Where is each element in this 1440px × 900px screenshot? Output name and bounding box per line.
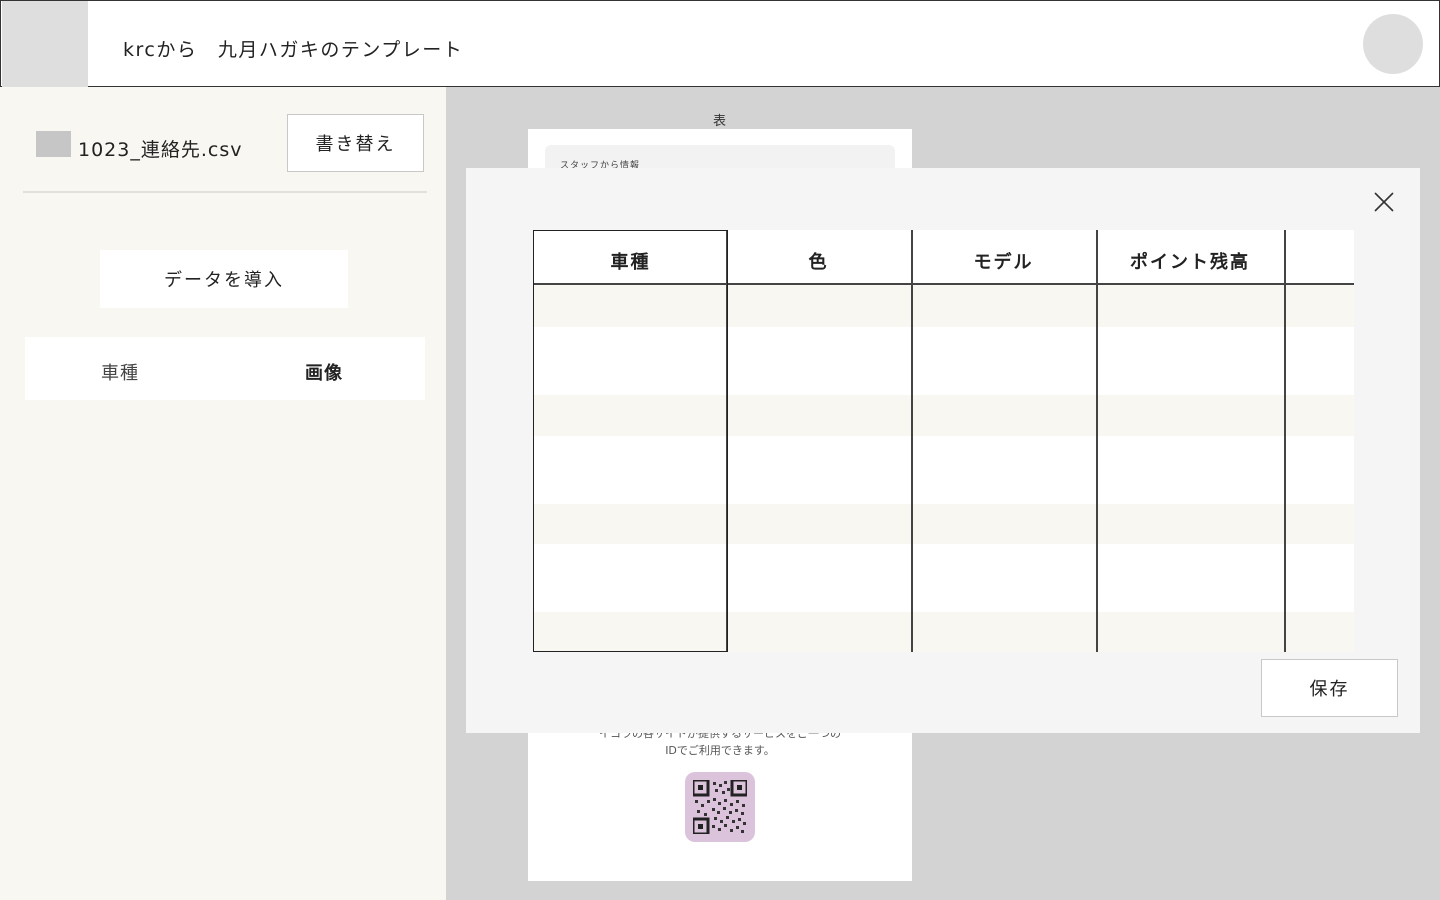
preview-label: 表 bbox=[713, 114, 727, 129]
column-header-color[interactable]: 色 bbox=[726, 248, 911, 274]
close-icon bbox=[1374, 192, 1394, 212]
column-header-points[interactable]: ポイント残高 bbox=[1096, 248, 1284, 274]
page-title: krcから 九月ハガキのテンプレート bbox=[123, 39, 464, 61]
column-divider bbox=[1096, 230, 1098, 652]
replace-button[interactable]: 書き替え bbox=[287, 114, 424, 172]
tab-image[interactable]: 画像 bbox=[305, 359, 343, 385]
logo-placeholder[interactable] bbox=[2, 1, 88, 87]
avatar[interactable] bbox=[1363, 14, 1423, 74]
close-button[interactable] bbox=[1372, 190, 1396, 214]
desc-line-2: IDでご利用できます。 bbox=[665, 744, 775, 757]
column-header-model[interactable]: モデル bbox=[911, 248, 1096, 274]
tab-car-type[interactable]: 車種 bbox=[101, 359, 139, 385]
save-button[interactable]: 保存 bbox=[1261, 659, 1398, 717]
file-name: 1023_連絡先.csv bbox=[78, 139, 243, 161]
selected-column[interactable] bbox=[533, 230, 728, 652]
app-header: krcから 九月ハガキのテンプレート bbox=[0, 0, 1440, 87]
column-divider bbox=[911, 230, 913, 652]
data-table-modal: 車種 色 モデル ポイント残高 保存 bbox=[466, 168, 1420, 733]
qr-code bbox=[685, 772, 755, 842]
divider bbox=[23, 191, 427, 193]
qr-code-icon bbox=[693, 780, 747, 834]
data-table: 車種 色 モデル ポイント残高 bbox=[533, 230, 1354, 652]
column-header-car-type[interactable]: 車種 bbox=[533, 248, 728, 274]
file-icon bbox=[36, 131, 71, 157]
sidebar: 1023_連絡先.csv 書き替え データを導入 車種 画像 bbox=[0, 87, 446, 900]
import-data-button[interactable]: データを導入 bbox=[100, 250, 348, 308]
column-divider bbox=[1284, 230, 1286, 652]
field-tabs: 車種 画像 bbox=[25, 337, 425, 400]
